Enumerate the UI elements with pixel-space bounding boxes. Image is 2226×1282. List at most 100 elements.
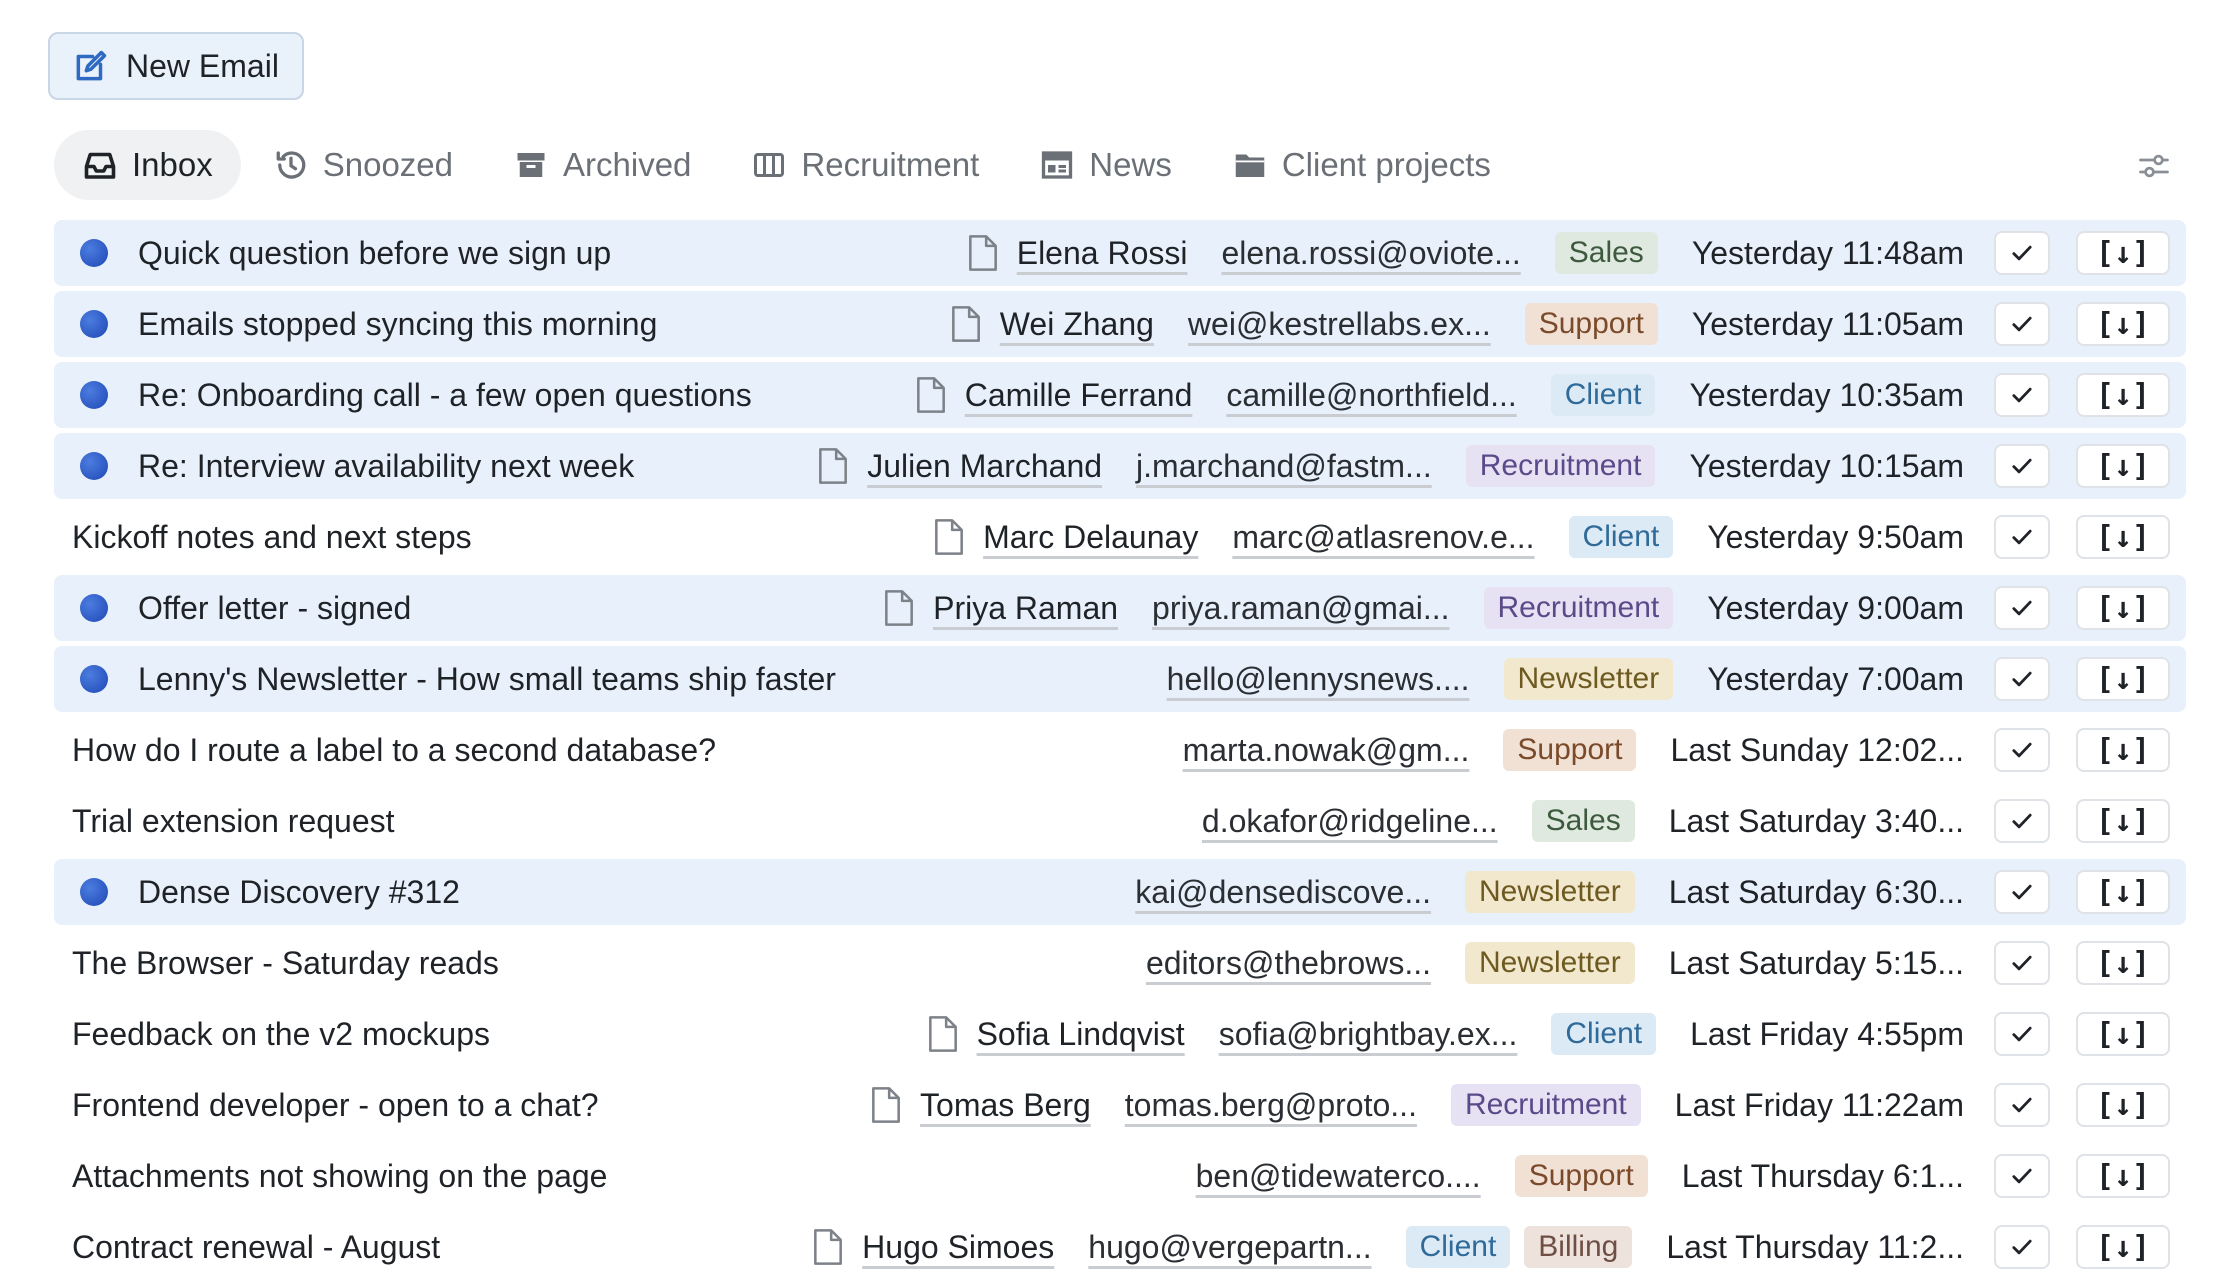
- tab-archived[interactable]: Archived: [485, 130, 719, 200]
- sender-email[interactable]: priya.raman@gmai...: [1152, 590, 1449, 627]
- mark-done-button[interactable]: [1994, 586, 2050, 630]
- archive-button[interactable]: [↓]: [2076, 728, 2170, 772]
- mark-done-button[interactable]: [1994, 1225, 2050, 1269]
- label-tag[interactable]: Newsletter: [1464, 871, 1635, 913]
- archive-button[interactable]: [↓]: [2076, 302, 2170, 346]
- email-row[interactable]: Dense Discovery #312 kai@densediscove... N…: [54, 859, 2186, 925]
- email-subject[interactable]: Emails stopped syncing this morning: [138, 291, 657, 357]
- archive-button[interactable]: [↓]: [2076, 231, 2170, 275]
- mark-done-button[interactable]: [1994, 1083, 2050, 1127]
- email-row[interactable]: Emails stopped syncing this morning Wei Z…: [54, 291, 2186, 357]
- sender-name[interactable]: Julien Marchand: [867, 448, 1102, 485]
- email-row[interactable]: Re: Onboarding call - a few open questio…: [54, 362, 2186, 428]
- sender-name[interactable]: Marc Delaunay: [983, 519, 1198, 556]
- label-tag[interactable]: Recruitment: [1465, 445, 1656, 487]
- mark-done-button[interactable]: [1994, 870, 2050, 914]
- mark-done-button[interactable]: [1994, 373, 2050, 417]
- label-tag[interactable]: Client: [1550, 374, 1656, 416]
- label-tag[interactable]: Recruitment: [1483, 587, 1674, 629]
- mark-done-button[interactable]: [1994, 799, 2050, 843]
- sender-name[interactable]: Sofia Lindqvist: [977, 1016, 1185, 1053]
- mark-done-button[interactable]: [1994, 1012, 2050, 1056]
- mark-done-button[interactable]: [1994, 728, 2050, 772]
- sender-email[interactable]: elena.rossi@oviote...: [1221, 235, 1520, 272]
- email-row[interactable]: Trial extension request d.okafor@ridgelin…: [54, 788, 2186, 854]
- email-subject[interactable]: Re: Interview availability next week: [138, 433, 634, 499]
- sender-email[interactable]: wei@kestrellabs.ex...: [1188, 306, 1491, 343]
- sender-email[interactable]: marta.nowak@gm...: [1183, 732, 1470, 769]
- archive-button[interactable]: [↓]: [2076, 444, 2170, 488]
- label-tag[interactable]: Support: [1524, 303, 1658, 345]
- email-subject[interactable]: Trial extension request: [72, 788, 395, 854]
- sender-email[interactable]: editors@thebrows...: [1146, 945, 1431, 982]
- label-tag[interactable]: Client: [1551, 1013, 1657, 1055]
- email-subject[interactable]: Feedback on the v2 mockups: [72, 1001, 490, 1067]
- archive-button[interactable]: [↓]: [2076, 373, 2170, 417]
- email-row[interactable]: Kickoff notes and next steps Marc Delauna…: [54, 504, 2186, 570]
- email-row[interactable]: Frontend developer - open to a chat? Toma…: [54, 1072, 2186, 1138]
- label-tag[interactable]: Client: [1568, 516, 1674, 558]
- email-row[interactable]: The Browser - Saturday reads editors@theb…: [54, 930, 2186, 996]
- label-tag[interactable]: Recruitment: [1450, 1084, 1641, 1126]
- email-subject[interactable]: Quick question before we sign up: [138, 220, 611, 286]
- sender-email[interactable]: hugo@vergepartn...: [1088, 1229, 1371, 1266]
- email-row[interactable]: How do I route a label to a second datab…: [54, 717, 2186, 783]
- label-tag[interactable]: Newsletter: [1464, 942, 1635, 984]
- email-row[interactable]: Attachments not showing on the page ben@t…: [54, 1143, 2186, 1209]
- sender-email[interactable]: kai@densediscove...: [1135, 874, 1431, 911]
- email-row[interactable]: Re: Interview availability next week Juli…: [54, 433, 2186, 499]
- sender-name[interactable]: Tomas Berg: [920, 1087, 1091, 1124]
- archive-button[interactable]: [↓]: [2076, 1083, 2170, 1127]
- email-subject[interactable]: The Browser - Saturday reads: [72, 930, 499, 996]
- email-subject[interactable]: Re: Onboarding call - a few open questio…: [138, 362, 752, 428]
- email-subject[interactable]: Lenny's Newsletter - How small teams shi…: [138, 646, 836, 712]
- archive-button[interactable]: [↓]: [2076, 941, 2170, 985]
- mark-done-button[interactable]: [1994, 657, 2050, 701]
- sender-name[interactable]: Camille Ferrand: [965, 377, 1193, 414]
- email-subject[interactable]: Attachments not showing on the page: [72, 1143, 607, 1209]
- mark-done-button[interactable]: [1994, 302, 2050, 346]
- new-email-button[interactable]: New Email: [48, 32, 304, 100]
- email-row[interactable]: Offer letter - signed Priya Raman priya.ra…: [54, 575, 2186, 641]
- sender-name[interactable]: Elena Rossi: [1017, 235, 1188, 272]
- email-subject[interactable]: Dense Discovery #312: [138, 859, 460, 925]
- label-tag[interactable]: Support: [1514, 1155, 1648, 1197]
- mark-done-button[interactable]: [1994, 515, 2050, 559]
- archive-button[interactable]: [↓]: [2076, 515, 2170, 559]
- sender-name[interactable]: Wei Zhang: [1000, 306, 1154, 343]
- filter-settings-icon[interactable]: [2136, 148, 2172, 184]
- tab-client-projects[interactable]: Client projects: [1204, 130, 1519, 200]
- sender-email[interactable]: d.okafor@ridgeline...: [1202, 803, 1498, 840]
- sender-name[interactable]: Priya Raman: [933, 590, 1118, 627]
- sender-email[interactable]: tomas.berg@proto...: [1125, 1087, 1417, 1124]
- label-tag[interactable]: Client: [1405, 1226, 1511, 1268]
- sender-name[interactable]: Hugo Simoes: [862, 1229, 1054, 1266]
- archive-button[interactable]: [↓]: [2076, 586, 2170, 630]
- mark-done-button[interactable]: [1994, 444, 2050, 488]
- label-tag[interactable]: Sales: [1531, 800, 1635, 842]
- mark-done-button[interactable]: [1994, 1154, 2050, 1198]
- email-subject[interactable]: Offer letter - signed: [138, 575, 411, 641]
- archive-button[interactable]: [↓]: [2076, 1225, 2170, 1269]
- email-subject[interactable]: Frontend developer - open to a chat?: [72, 1072, 599, 1138]
- email-subject[interactable]: Kickoff notes and next steps: [72, 504, 472, 570]
- sender-email[interactable]: sofia@brightbay.ex...: [1219, 1016, 1518, 1053]
- mark-done-button[interactable]: [1994, 231, 2050, 275]
- email-row[interactable]: Contract renewal - August Hugo Simoes hugo…: [54, 1214, 2186, 1280]
- sender-email[interactable]: camille@northfield...: [1226, 377, 1516, 414]
- email-row[interactable]: Quick question before we sign up Elena Ro…: [54, 220, 2186, 286]
- label-tag[interactable]: Support: [1503, 729, 1637, 771]
- label-tag[interactable]: Sales: [1554, 232, 1658, 274]
- label-tag[interactable]: Billing: [1524, 1226, 1633, 1268]
- label-tag[interactable]: Newsletter: [1503, 658, 1674, 700]
- email-subject[interactable]: How do I route a label to a second datab…: [72, 717, 716, 783]
- tab-snoozed[interactable]: Snoozed: [245, 130, 481, 200]
- email-subject[interactable]: Contract renewal - August: [72, 1214, 440, 1280]
- tab-news[interactable]: News: [1011, 130, 1200, 200]
- archive-button[interactable]: [↓]: [2076, 1154, 2170, 1198]
- archive-button[interactable]: [↓]: [2076, 1012, 2170, 1056]
- tab-inbox[interactable]: Inbox: [54, 130, 241, 200]
- sender-email[interactable]: hello@lennysnews....: [1167, 661, 1470, 698]
- mark-done-button[interactable]: [1994, 941, 2050, 985]
- email-row[interactable]: Feedback on the v2 mockups Sofia Lindqvis…: [54, 1001, 2186, 1067]
